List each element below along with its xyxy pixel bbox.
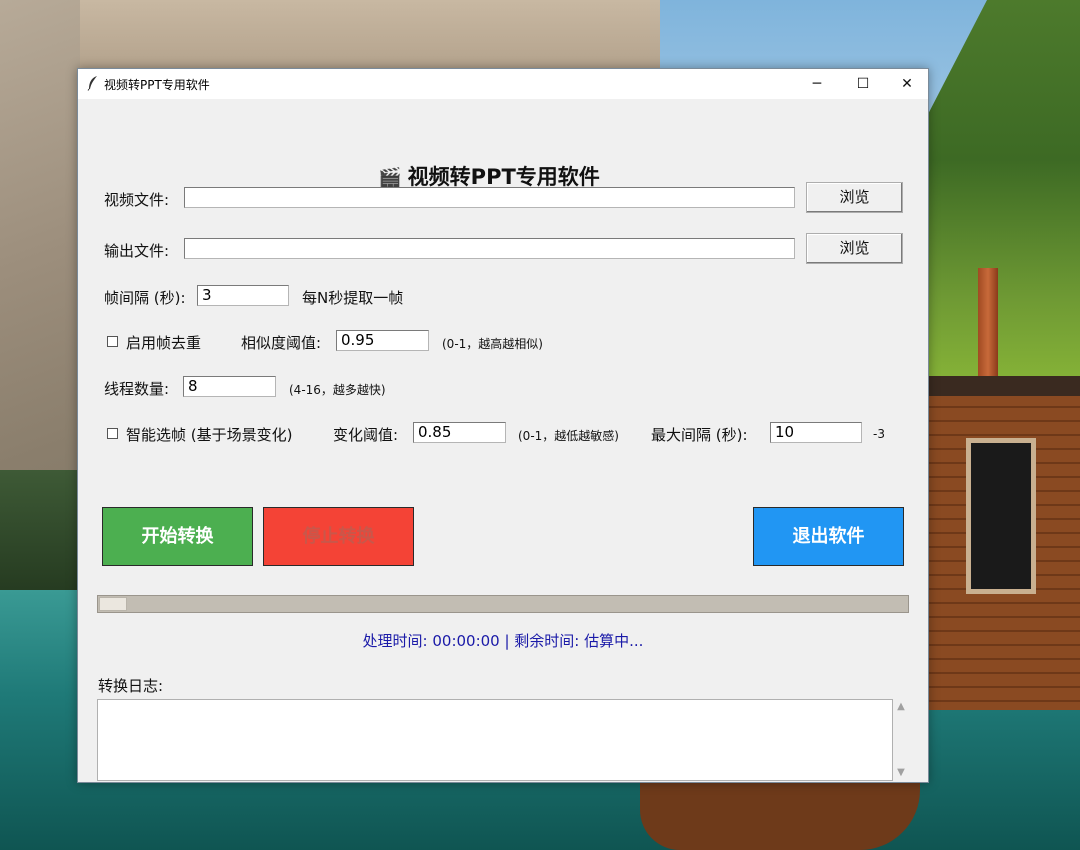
wallpaper-cabin-window — [966, 438, 1036, 594]
maximize-button[interactable]: ☐ — [840, 69, 886, 99]
dedup-checkbox[interactable] — [107, 336, 118, 347]
video-file-input[interactable] — [184, 187, 795, 208]
frame-interval-input[interactable]: 3 — [197, 285, 289, 306]
feather-icon — [86, 75, 100, 91]
progress-bar — [97, 595, 909, 613]
similarity-threshold-hint: (0-1，越高越相似) — [442, 337, 543, 351]
thread-count-hint: (4-16，越多越快) — [289, 383, 386, 397]
title-bar[interactable]: 视频转PPT专用软件 ─ ☐ ✕ — [78, 69, 928, 99]
change-threshold-hint: (0-1，越低越敏感) — [518, 429, 619, 443]
similarity-threshold-label: 相似度阈值: — [241, 334, 322, 352]
thread-count-label: 线程数量: — [104, 380, 170, 398]
max-interval-input[interactable]: 10 — [770, 422, 862, 443]
video-browse-button[interactable]: 浏览 — [806, 182, 903, 213]
frame-interval-hint: 每N秒提取一帧 — [302, 289, 404, 307]
frame-interval-label: 帧间隔 (秒): — [104, 289, 186, 307]
output-file-label: 输出文件: — [104, 242, 170, 260]
clapperboard-icon: 🎬 — [378, 167, 402, 189]
page-title-text: 视频转PPT专用软件 — [407, 165, 600, 189]
output-browse-button[interactable]: 浏览 — [806, 233, 903, 264]
video-file-label: 视频文件: — [104, 191, 170, 209]
output-file-input[interactable] — [184, 238, 795, 259]
start-convert-button[interactable]: 开始转换 — [102, 507, 253, 566]
wallpaper-boat — [640, 780, 920, 850]
close-button[interactable]: ✕ — [884, 69, 930, 99]
similarity-threshold-input[interactable]: 0.95 — [336, 330, 429, 351]
max-interval-suffix: -3 — [873, 427, 885, 441]
stop-convert-button[interactable]: 停止转换 — [263, 507, 414, 566]
log-scrollbar[interactable]: ▲ ▼ — [893, 699, 909, 781]
thread-count-input[interactable]: 8 — [183, 376, 276, 397]
status-text: 处理时间: 00:00:00 | 剩余时间: 估算中... — [362, 632, 644, 650]
dedup-checkbox-label[interactable]: 启用帧去重 — [126, 332, 201, 353]
app-window: 视频转PPT专用软件 ─ ☐ ✕ 🎬 视频转PPT专用软件 视频文件: 浏览 输出… — [77, 68, 929, 783]
wallpaper-chimney — [978, 268, 998, 383]
scroll-up-icon[interactable]: ▲ — [893, 699, 909, 715]
window-content: 🎬 视频转PPT专用软件 视频文件: 浏览 输出文件: 浏览 帧间隔 (秒): 3… — [78, 99, 928, 782]
smart-select-checkbox-label[interactable]: 智能选帧 (基于场景变化) — [126, 424, 292, 445]
smart-select-checkbox[interactable] — [107, 428, 118, 439]
quit-app-button[interactable]: 退出软件 — [753, 507, 904, 566]
max-interval-label: 最大间隔 (秒): — [651, 426, 748, 444]
log-label: 转换日志: — [98, 677, 164, 695]
change-threshold-label: 变化阈值: — [333, 426, 399, 444]
progress-indicator — [99, 597, 127, 611]
log-textarea[interactable] — [97, 699, 893, 781]
minimize-button[interactable]: ─ — [794, 69, 840, 99]
window-title: 视频转PPT专用软件 — [104, 78, 210, 92]
wallpaper-cabin-roof — [928, 376, 1080, 396]
change-threshold-input[interactable]: 0.85 — [413, 422, 506, 443]
scroll-down-icon[interactable]: ▼ — [893, 765, 909, 781]
